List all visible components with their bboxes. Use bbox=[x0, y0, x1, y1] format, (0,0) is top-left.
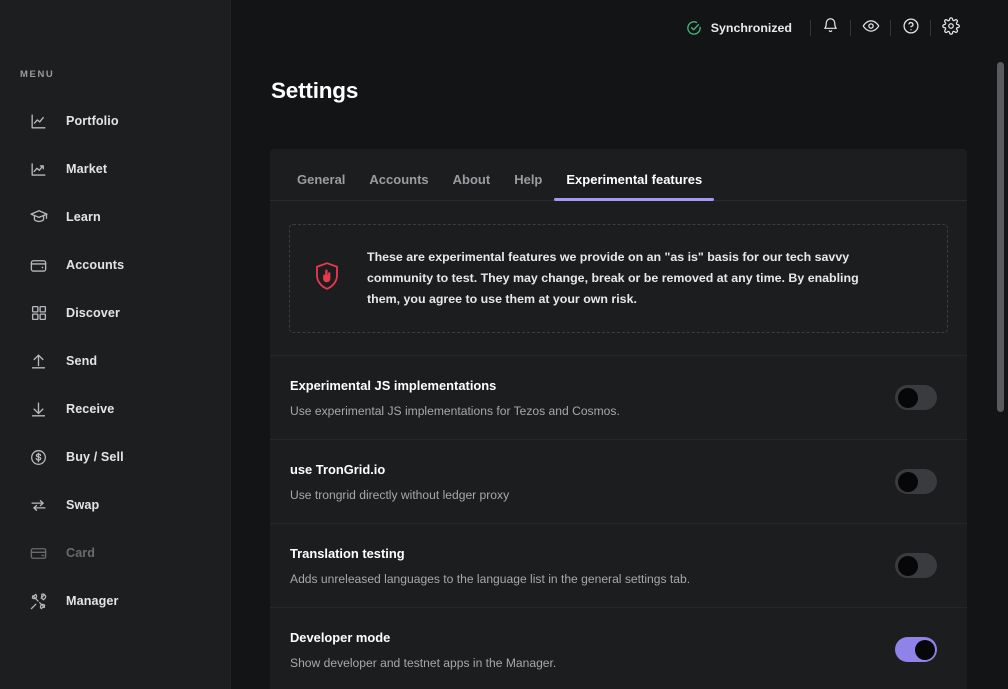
tab-accounts[interactable]: Accounts bbox=[357, 173, 440, 200]
sidebar-item-accounts[interactable]: Accounts bbox=[0, 248, 230, 282]
sidebar-nav: Portfolio Market Learn Accounts Discover… bbox=[0, 104, 230, 632]
tab-help[interactable]: Help bbox=[502, 173, 554, 200]
page-title: Settings bbox=[271, 78, 359, 103]
setting-row-trongrid: use TronGrid.io Use trongrid directly wi… bbox=[270, 439, 967, 523]
main-content: Synchronized Settings General Accounts A… bbox=[231, 0, 1008, 689]
sidebar-item-learn[interactable]: Learn bbox=[0, 200, 230, 234]
wallet-icon bbox=[28, 255, 49, 276]
vertical-scrollbar[interactable] bbox=[997, 62, 1004, 412]
sidebar-item-market[interactable]: Market bbox=[0, 152, 230, 186]
sidebar-item-manager[interactable]: Manager bbox=[0, 584, 230, 618]
setting-title: Translation testing bbox=[290, 545, 405, 561]
bell-icon bbox=[822, 17, 839, 39]
settings-tabs: General Accounts About Help Experimental… bbox=[270, 149, 967, 201]
trending-up-icon bbox=[28, 159, 49, 180]
credit-card-icon bbox=[28, 543, 49, 564]
shield-warning-icon bbox=[311, 260, 343, 297]
toggle-developer-mode[interactable] bbox=[895, 637, 937, 662]
sidebar-item-label: Discover bbox=[66, 306, 121, 320]
tab-about[interactable]: About bbox=[441, 173, 503, 200]
tab-experimental-features[interactable]: Experimental features bbox=[554, 173, 715, 201]
notifications-button[interactable] bbox=[811, 12, 850, 44]
sidebar-item-discover[interactable]: Discover bbox=[0, 296, 230, 330]
toggle-knob bbox=[897, 555, 918, 576]
sidebar-item-send[interactable]: Send bbox=[0, 344, 230, 378]
sync-status-label: Synchronized bbox=[710, 21, 792, 35]
setting-description: Use experimental JS implementations for … bbox=[290, 403, 620, 418]
setting-title: Developer mode bbox=[290, 629, 391, 645]
settings-rows: Experimental JS implementations Use expe… bbox=[270, 355, 967, 689]
sidebar-item-portfolio[interactable]: Portfolio bbox=[0, 104, 230, 138]
sidebar-item-label: Learn bbox=[66, 210, 101, 224]
sidebar-item-label: Buy / Sell bbox=[66, 450, 124, 464]
setting-description: Show developer and testnet apps in the M… bbox=[290, 655, 557, 670]
topbar: Synchronized bbox=[231, 0, 1008, 56]
sidebar-item-label: Swap bbox=[66, 498, 100, 512]
setting-row-experimental-js: Experimental JS implementations Use expe… bbox=[270, 355, 967, 439]
toggle-knob bbox=[897, 387, 918, 408]
setting-title: Experimental JS implementations bbox=[290, 377, 497, 393]
sidebar: MENU Portfolio Market Learn Accounts Dis… bbox=[0, 0, 231, 689]
setting-description: Adds unreleased languages to the languag… bbox=[290, 571, 691, 586]
sidebar-item-receive[interactable]: Receive bbox=[0, 392, 230, 426]
arrow-down-receive-icon bbox=[28, 399, 49, 420]
wrench-screwdriver-icon bbox=[28, 591, 49, 612]
sidebar-item-label: Portfolio bbox=[66, 114, 119, 128]
settings-card: General Accounts About Help Experimental… bbox=[270, 149, 967, 689]
sidebar-item-label: Market bbox=[66, 162, 108, 176]
setting-description: Use trongrid directly without ledger pro… bbox=[290, 487, 510, 502]
sidebar-item-label: Send bbox=[66, 354, 98, 368]
setting-text: Translation testing Adds unreleased lang… bbox=[290, 546, 690, 586]
settings-button[interactable] bbox=[931, 12, 970, 44]
setting-text: use TronGrid.io Use trongrid directly wi… bbox=[290, 462, 509, 502]
grid-apps-icon bbox=[28, 303, 49, 324]
app-window: MENU Portfolio Market Learn Accounts Dis… bbox=[0, 0, 1008, 689]
sidebar-item-label: Accounts bbox=[66, 258, 125, 272]
toggle-knob bbox=[897, 471, 918, 492]
setting-text: Developer mode Show developer and testne… bbox=[290, 630, 556, 670]
toggle-experimental-js[interactable] bbox=[895, 385, 937, 410]
banner-text: These are experimental features we provi… bbox=[367, 250, 859, 306]
discreet-mode-button[interactable] bbox=[851, 12, 890, 44]
help-button[interactable] bbox=[891, 12, 930, 44]
eye-icon bbox=[862, 17, 880, 40]
swap-arrows-icon bbox=[28, 495, 49, 516]
toggle-knob bbox=[914, 639, 935, 660]
setting-row-translation-testing: Translation testing Adds unreleased lang… bbox=[270, 523, 967, 607]
question-circle-icon bbox=[902, 17, 920, 40]
sidebar-item-label: Receive bbox=[66, 402, 115, 416]
sync-status: Synchronized bbox=[686, 20, 792, 36]
experimental-warning-banner: These are experimental features we provi… bbox=[289, 224, 948, 333]
sidebar-item-card[interactable]: Card bbox=[0, 536, 230, 570]
setting-title: use TronGrid.io bbox=[290, 461, 386, 477]
tab-general[interactable]: General bbox=[285, 173, 357, 200]
gear-icon bbox=[941, 16, 960, 40]
sidebar-item-swap[interactable]: Swap bbox=[0, 488, 230, 522]
setting-row-developer-mode: Developer mode Show developer and testne… bbox=[270, 607, 967, 689]
arrow-up-send-icon bbox=[28, 351, 49, 372]
chart-line-icon bbox=[28, 111, 49, 132]
sidebar-item-buy-sell[interactable]: Buy / Sell bbox=[0, 440, 230, 474]
graduation-cap-icon bbox=[28, 207, 49, 228]
toggle-trongrid[interactable] bbox=[895, 469, 937, 494]
setting-text: Experimental JS implementations Use expe… bbox=[290, 378, 620, 418]
toggle-translation-testing[interactable] bbox=[895, 553, 937, 578]
sidebar-menu-label: MENU bbox=[20, 69, 55, 80]
dollar-circle-icon bbox=[28, 447, 49, 468]
check-circle-icon bbox=[686, 20, 702, 36]
sidebar-item-label: Card bbox=[66, 546, 96, 560]
sidebar-item-label: Manager bbox=[66, 594, 119, 608]
